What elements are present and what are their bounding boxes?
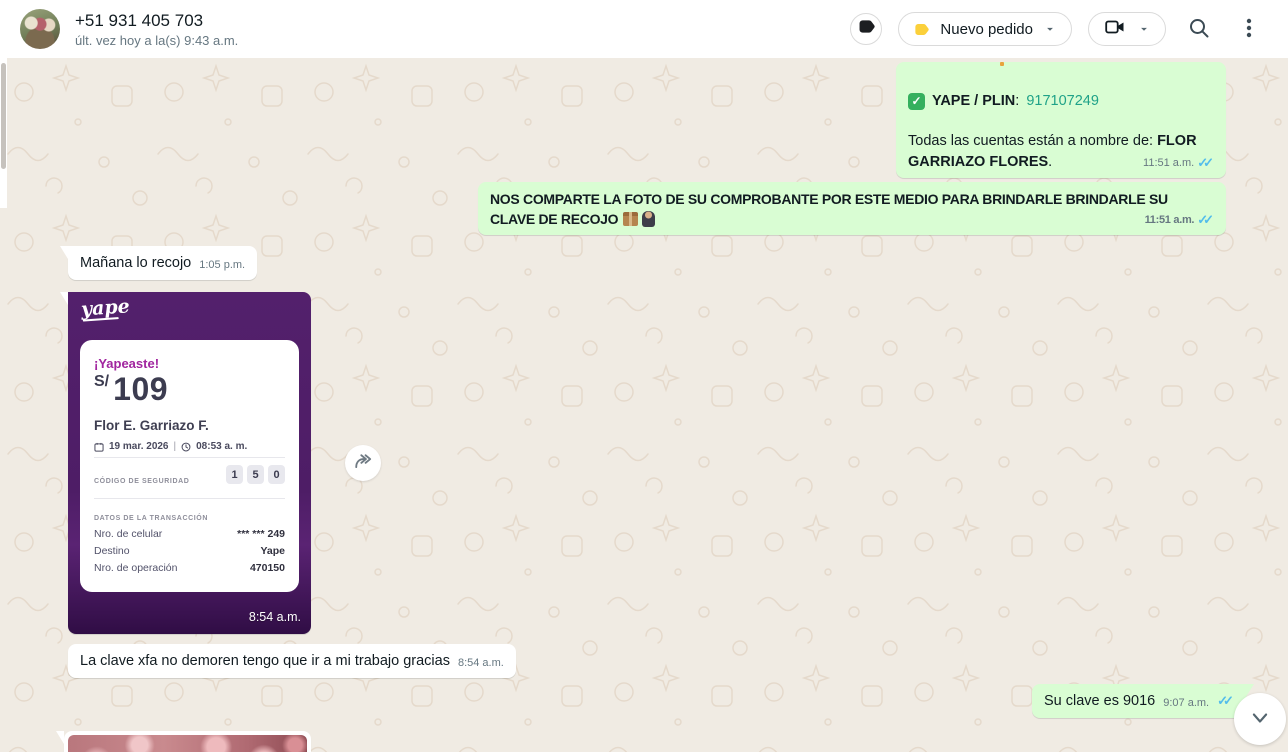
order-status-label: Nuevo pedido	[940, 21, 1033, 38]
order-status-dropdown[interactable]: Nuevo pedido	[898, 12, 1072, 46]
search-button[interactable]	[1182, 12, 1216, 46]
labels-button[interactable]	[850, 13, 882, 45]
message-roses-image	[64, 731, 311, 752]
message-accounts: YAPE / PLIN: 917107249 Todas las cuentas…	[896, 62, 1226, 178]
accounts-bold-label: YAPE / PLIN:	[932, 91, 1019, 111]
message-key-reply: Su clave es 9016 9:07 a.m.	[1032, 684, 1246, 718]
receipt-amount: S/ 109	[94, 372, 168, 406]
package-icon	[623, 212, 638, 226]
instructions-text: NOS COMPARTE LA FOTO DE SU COMPROBANTE P…	[490, 191, 1168, 227]
timestamp: 11:51 a.m.	[1143, 153, 1194, 173]
message-text: Su clave es 9016	[1044, 691, 1155, 711]
receipt-payer: Flor E. Garriazo F.	[94, 416, 209, 436]
contact-info: +51 931 405 703 últ. vez hoy a la(s) 9:4…	[75, 10, 238, 49]
video-call-button[interactable]	[1088, 12, 1166, 46]
chevron-down-icon	[1246, 704, 1274, 735]
whatsapp-chat-window: +51 931 405 703 últ. vez hoy a la(s) 9:4…	[0, 0, 1288, 752]
last-seen-status: últ. vez hoy a la(s) 9:43 a.m.	[75, 32, 238, 49]
label-icon	[857, 18, 876, 40]
label-icon-yellow	[913, 22, 930, 37]
video-call-icon	[1103, 15, 1127, 43]
message-meta: 11:51 a.m.	[1145, 210, 1214, 230]
digit-box: 0	[268, 465, 285, 484]
digit-box: 1	[226, 465, 243, 484]
message-text: Mañana lo recojo	[80, 253, 191, 273]
contact-header[interactable]: +51 931 405 703 últ. vez hoy a la(s) 9:4…	[0, 9, 238, 49]
timestamp: 9:07 a.m.	[1163, 695, 1209, 711]
chat-header: +51 931 405 703 últ. vez hoy a la(s) 9:4…	[0, 0, 1288, 58]
read-receipt-icon	[1197, 210, 1214, 230]
receipt-datetime: 19 mar. 2026 | 08:53 a. m.	[94, 437, 247, 457]
read-receipt-icon	[1197, 153, 1214, 173]
clock-icon	[181, 442, 191, 452]
timestamp: 8:54 a.m.	[249, 607, 301, 627]
message-list: YAPE / PLIN: 917107249 Todas las cuentas…	[0, 58, 1288, 752]
contact-avatar[interactable]	[20, 9, 60, 49]
chevron-down-icon	[1137, 22, 1151, 36]
phone-number-link[interactable]: 917107249	[1026, 91, 1099, 111]
scroll-to-bottom-button[interactable]	[1234, 693, 1286, 745]
yape-logo: yape	[80, 296, 130, 319]
kebab-menu-icon	[1237, 16, 1261, 43]
contact-name: +51 931 405 703	[75, 10, 238, 31]
search-icon	[1187, 16, 1211, 43]
chevron-down-icon	[1043, 22, 1057, 36]
forward-icon	[352, 451, 374, 476]
message-key-request: La clave xfa no demoren tengo que ir a m…	[68, 644, 516, 678]
receipt-card: ¡Yapeaste! S/ 109 Flor E. Garriazo F. 19…	[80, 340, 299, 592]
timestamp: 11:51 a.m.	[1145, 210, 1195, 230]
clipped-text-fragment	[1000, 62, 1004, 66]
divider	[94, 457, 285, 458]
header-actions: Nuevo pedido	[850, 12, 1288, 46]
message-instructions: NOS COMPARTE LA FOTO DE SU COMPROBANTE P…	[478, 182, 1226, 235]
message-text: La clave xfa no demoren tengo que ir a m…	[80, 651, 450, 671]
menu-button[interactable]	[1232, 12, 1266, 46]
check-mark-icon	[908, 93, 925, 110]
timestamp: 8:54 a.m.	[458, 655, 504, 671]
calendar-icon	[94, 442, 104, 452]
divider	[94, 498, 285, 499]
timestamp: 1:05 p.m.	[199, 257, 245, 273]
transaction-row: Nro. de operación470150	[94, 558, 285, 578]
message-tomorrow: Mañana lo recojo 1:05 p.m.	[68, 246, 257, 280]
person-icon	[642, 211, 655, 227]
digit-box: 5	[247, 465, 264, 484]
security-code-label: CÓDIGO DE SEGURIDAD	[94, 472, 189, 492]
roses-photo[interactable]	[68, 735, 307, 752]
security-code-digits: 1 5 0	[226, 465, 285, 484]
message-receipt-image[interactable]: yape ¡Yapeaste! S/ 109 Flor E. Garriazo …	[68, 292, 311, 634]
forward-message-button[interactable]	[345, 445, 381, 481]
message-line-yape-plin: YAPE / PLIN: 917107249	[908, 91, 1099, 111]
scrollbar-thumb[interactable]	[1, 63, 6, 169]
read-receipt-icon	[1217, 691, 1234, 711]
message-meta: 11:51 a.m.	[1143, 153, 1214, 173]
